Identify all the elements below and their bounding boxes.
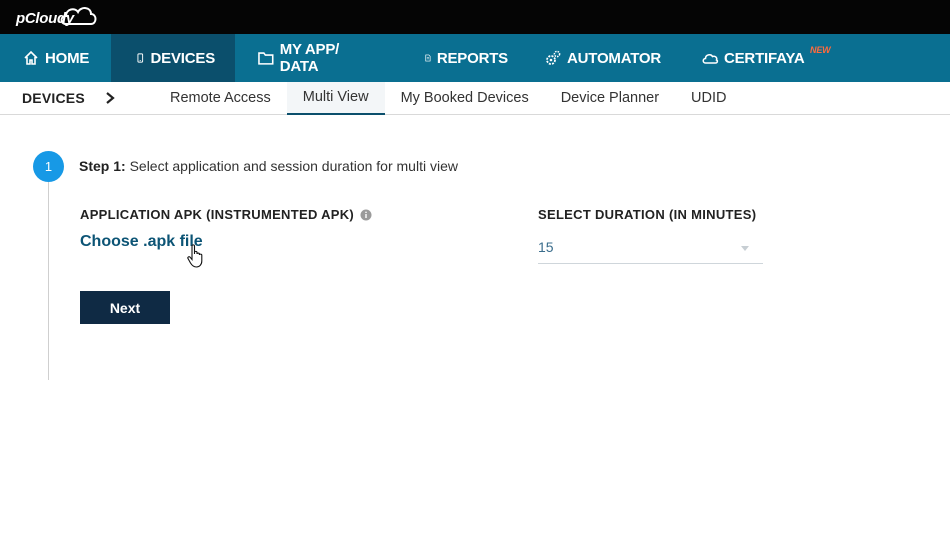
step-prefix: Step 1: (79, 158, 126, 174)
new-badge: NEW (810, 45, 831, 55)
main-nav: HOME DEVICES MY APP/ DATA REPORTS AUTOMA… (0, 34, 950, 82)
choose-apk-link[interactable]: Choose .apk file (80, 233, 203, 251)
pcloudy-logo[interactable]: pCloudy (16, 4, 97, 32)
chevron-right-icon (106, 92, 115, 104)
home-icon (24, 50, 38, 65)
nav-home[interactable]: HOME (0, 34, 111, 82)
document-icon (425, 54, 431, 62)
duration-select[interactable]: 15 (538, 236, 763, 264)
tab-device-planner[interactable]: Device Planner (545, 82, 675, 115)
step-description: Step 1: Select application and session d… (79, 158, 458, 174)
sub-nav: DEVICES Remote Access Multi View My Book… (0, 81, 950, 115)
top-bar: pCloudy (0, 0, 950, 34)
gears-icon (546, 50, 561, 65)
nav-devices[interactable]: DEVICES (111, 34, 235, 82)
nav-devices-label: DEVICES (150, 49, 216, 67)
apk-field-label: APPLICATION APK (INSTRUMENTED APK) (80, 207, 372, 222)
caret-down-icon (741, 246, 749, 251)
tab-udid[interactable]: UDID (675, 82, 742, 115)
next-button[interactable]: Next (80, 291, 170, 324)
subnav-title: DEVICES (22, 90, 85, 106)
step-number-badge: 1 (33, 151, 64, 182)
nav-my-app-data-label: MY APP/ DATA (279, 41, 340, 75)
info-icon[interactable] (360, 209, 372, 221)
nav-reports[interactable]: REPORTS (400, 34, 528, 82)
nav-automator-label: AUTOMATOR (567, 49, 662, 67)
cloud-icon (702, 54, 719, 64)
tab-my-booked-devices[interactable]: My Booked Devices (385, 82, 545, 115)
apk-label-text: APPLICATION APK (INSTRUMENTED APK) (80, 207, 355, 222)
tab-multi-view[interactable]: Multi View (286, 81, 385, 115)
nav-certifaya[interactable]: CERTIFAYA NEW (683, 34, 831, 82)
step-text: Select application and session duration … (125, 158, 458, 174)
nav-automator[interactable]: AUTOMATOR (528, 34, 683, 82)
tab-remote-access[interactable]: Remote Access (154, 82, 287, 115)
hand-pointer-cursor-icon (187, 244, 203, 268)
nav-reports-label: REPORTS (436, 49, 508, 67)
logo-text: pCloudy (16, 9, 74, 27)
duration-field-label: SELECT DURATION (IN MINUTES) (538, 207, 757, 222)
mobile-icon (137, 53, 144, 63)
duration-select-value: 15 (538, 239, 554, 255)
folder-icon (258, 52, 274, 65)
nav-home-label: HOME (45, 49, 90, 67)
step-connector-line (48, 182, 49, 380)
nav-certifaya-label: CERTIFAYA (724, 49, 805, 67)
nav-my-app-data[interactable]: MY APP/ DATA (235, 34, 400, 82)
